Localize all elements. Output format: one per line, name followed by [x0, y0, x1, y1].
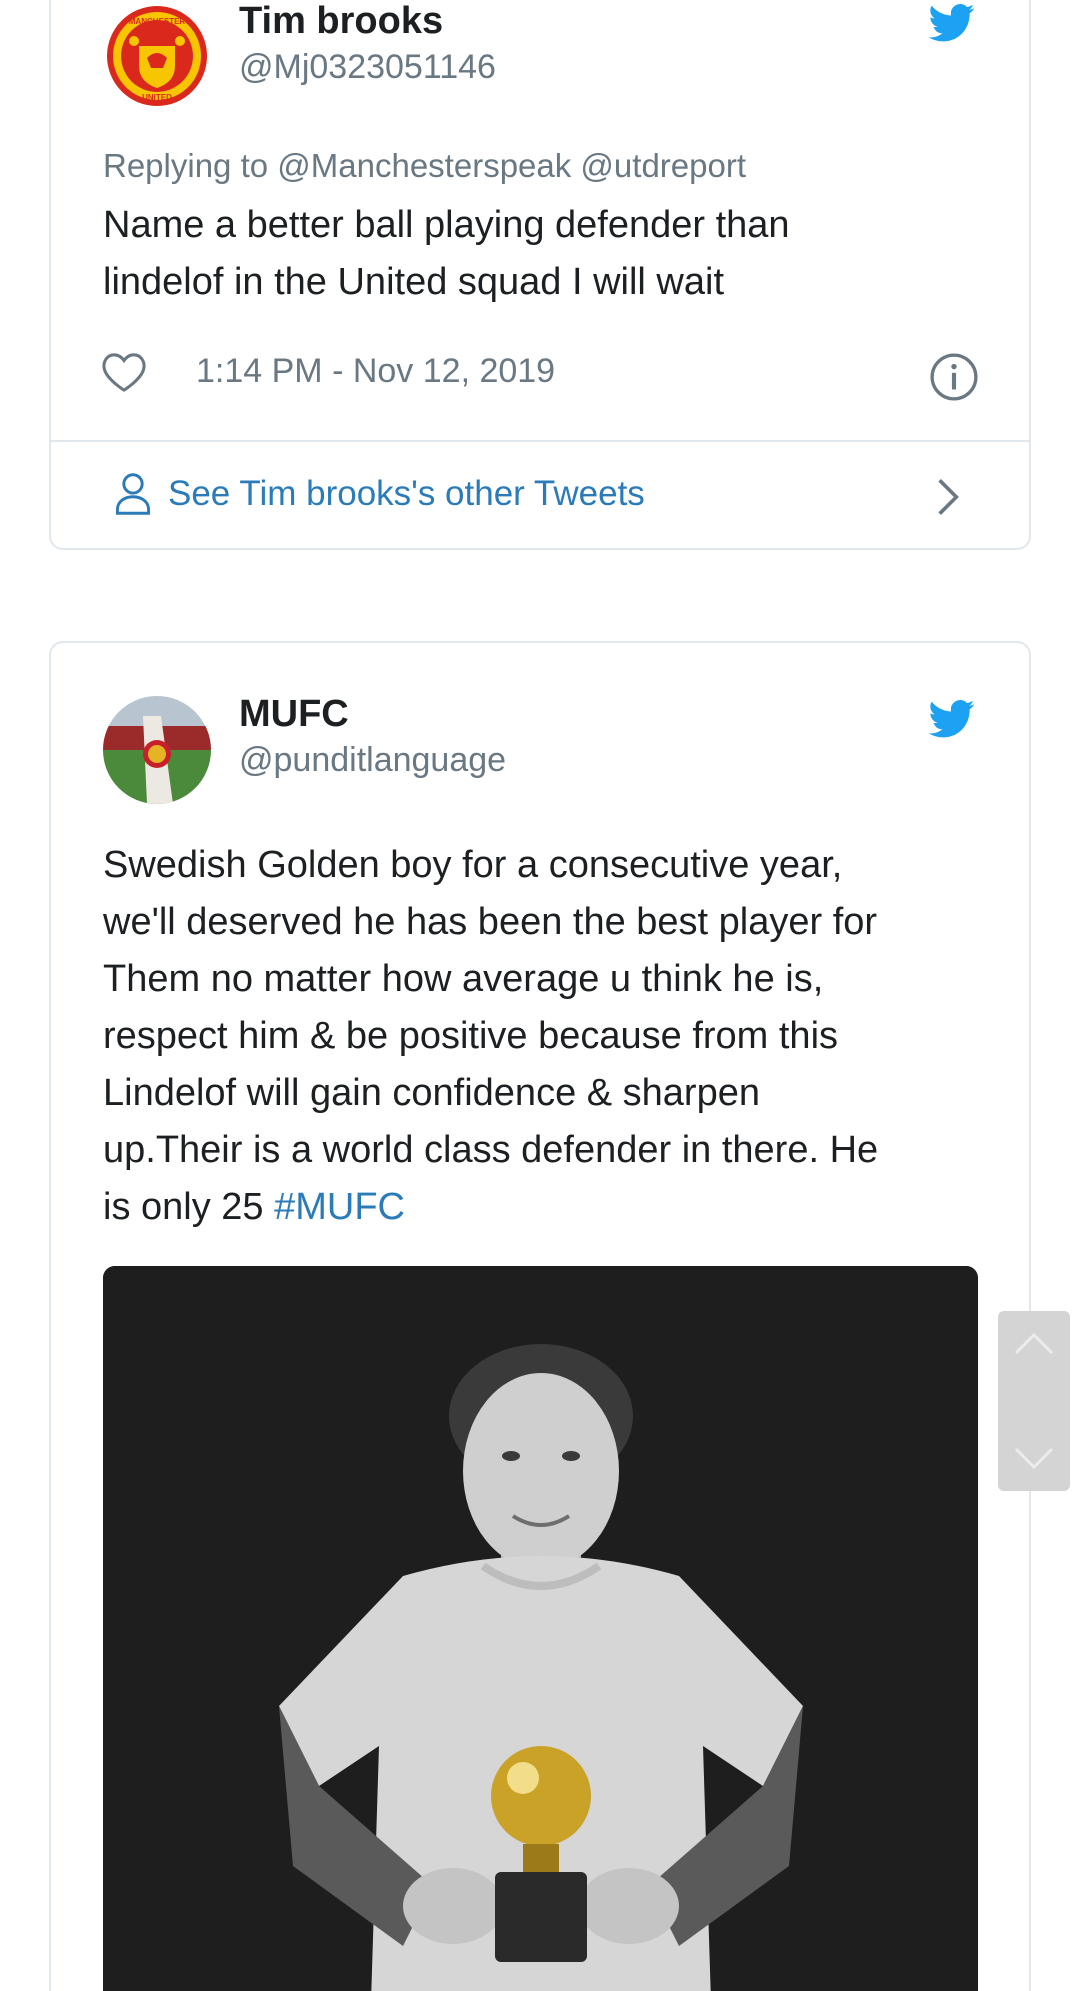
chevron-up-icon[interactable]	[1012, 1329, 1056, 1359]
heart-icon[interactable]	[101, 351, 147, 393]
tweet-body: Swedish Golden boy for a consecutive yea…	[103, 844, 879, 1228]
tweet-text: Swedish Golden boy for a consecutive yea…	[103, 837, 1003, 1236]
info-icon[interactable]	[929, 352, 979, 402]
tweet-timestamp[interactable]: 1:14 PM - Nov 12, 2019	[196, 352, 555, 391]
stadium-corner-flag-icon	[103, 696, 211, 804]
reply-handles-link[interactable]: @Manchesterspeak @utdreport	[277, 147, 746, 184]
tweet-card-1: MANCHESTER UNITED Tim brooks @Mj03230511…	[49, 0, 1031, 550]
author-name[interactable]: MUFC	[239, 693, 349, 736]
reply-prefix: Replying to	[103, 147, 269, 184]
divider	[51, 440, 1029, 442]
avatar[interactable]: MANCHESTER UNITED	[103, 2, 211, 110]
twitter-bird-icon[interactable]	[929, 3, 975, 43]
avatar[interactable]	[103, 696, 211, 804]
scroll-control[interactable]	[998, 1311, 1070, 1491]
tweet-text: Name a better ball playing defender than…	[103, 204, 790, 303]
see-other-tweets-label: See Tim brooks's other Tweets	[168, 474, 645, 513]
crest-bottom-text: UNITED	[142, 93, 172, 102]
manchester-united-crest-icon: MANCHESTER UNITED	[103, 2, 211, 110]
author-handle[interactable]: @Mj0323051146	[239, 48, 496, 87]
tweet-media-image[interactable]	[103, 1266, 978, 1991]
twitter-bird-icon[interactable]	[929, 699, 975, 739]
author-name[interactable]: Tim brooks	[239, 0, 443, 43]
chevron-down-icon[interactable]	[1012, 1443, 1056, 1473]
hashtag-link[interactable]: #MUFC	[274, 1186, 405, 1228]
chevron-right-icon[interactable]	[933, 477, 963, 517]
author-handle[interactable]: @punditlanguage	[239, 741, 506, 780]
person-icon	[115, 473, 151, 515]
reply-to-line: Replying to @Manchesterspeak @utdreport	[103, 147, 746, 185]
see-other-tweets-link[interactable]: See Tim brooks's other Tweets	[114, 472, 645, 516]
crest-top-text: MANCHESTER	[129, 17, 186, 26]
player-holding-trophy-icon	[103, 1266, 978, 1991]
